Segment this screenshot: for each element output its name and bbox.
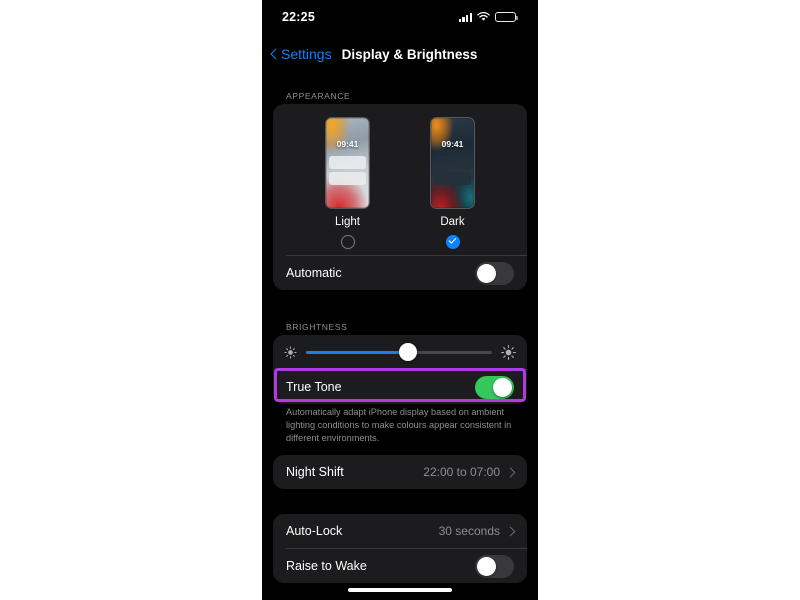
light-mode-preview[interactable]: 09:41 bbox=[325, 117, 370, 209]
appearance-option-dark[interactable]: 09:41 Dark bbox=[430, 117, 475, 249]
back-button-label: Settings bbox=[281, 46, 332, 62]
light-preview-notification-2 bbox=[329, 172, 366, 185]
automatic-toggle-knob bbox=[477, 263, 496, 283]
chevron-left-icon bbox=[270, 48, 278, 61]
dark-mode-label: Dark bbox=[440, 216, 465, 228]
raise-to-wake-label: Raise to Wake bbox=[286, 559, 367, 573]
raise-to-wake-toggle-knob bbox=[477, 556, 496, 576]
brightness-high-icon bbox=[501, 344, 516, 360]
appearance-card: 09:41 Light 09:41 Dark Automatic bbox=[273, 104, 527, 290]
night-shift-card: Night Shift 22:00 to 07:00 bbox=[273, 455, 527, 489]
light-mode-radio[interactable] bbox=[340, 235, 355, 249]
auto-lock-label: Auto-Lock bbox=[286, 524, 343, 538]
appearance-mode-picker: 09:41 Light 09:41 Dark bbox=[273, 104, 527, 255]
true-tone-toggle-knob bbox=[493, 377, 512, 397]
auto-lock-card: Auto-Lock 30 seconds Raise to Wake bbox=[273, 514, 527, 583]
dark-mode-radio[interactable] bbox=[445, 235, 460, 249]
true-tone-description: Automatically adapt iPhone display based… bbox=[286, 407, 512, 444]
appearance-section-header: APPEARANCE bbox=[286, 91, 351, 101]
home-indicator[interactable] bbox=[348, 588, 452, 592]
raise-to-wake-row[interactable]: Raise to Wake bbox=[273, 549, 527, 583]
status-bar-icons bbox=[458, 11, 518, 23]
brightness-slider-track[interactable] bbox=[306, 343, 492, 361]
automatic-toggle[interactable] bbox=[475, 261, 514, 285]
night-shift-label: Night Shift bbox=[286, 465, 344, 479]
appearance-option-light[interactable]: 09:41 Light bbox=[325, 117, 370, 249]
light-preview-notification-1 bbox=[329, 156, 366, 169]
battery-icon bbox=[495, 11, 518, 23]
brightness-low-icon bbox=[284, 345, 297, 359]
brightness-slider-row[interactable] bbox=[273, 335, 527, 369]
dark-preview-notification-1 bbox=[434, 156, 471, 169]
dark-preview-notification-2 bbox=[434, 172, 471, 185]
true-tone-row[interactable]: True Tone bbox=[273, 370, 527, 404]
status-bar: 22:25 bbox=[262, 0, 538, 34]
chevron-right-icon bbox=[507, 526, 514, 537]
back-to-settings-button[interactable]: Settings bbox=[270, 46, 332, 62]
light-mode-label: Light bbox=[335, 216, 360, 228]
dark-mode-preview[interactable]: 09:41 bbox=[430, 117, 475, 209]
cellular-signal-icon bbox=[458, 12, 472, 22]
appearance-previews: 09:41 Light 09:41 Dark bbox=[273, 117, 527, 249]
status-bar-time: 22:25 bbox=[282, 10, 315, 24]
light-preview-time: 09:41 bbox=[336, 139, 359, 149]
screenshot-canvas: 22:25 Settings Display & Brightness APPE… bbox=[0, 0, 800, 600]
automatic-label: Automatic bbox=[286, 266, 342, 280]
raise-to-wake-toggle[interactable] bbox=[475, 554, 514, 578]
true-tone-label: True Tone bbox=[286, 380, 342, 394]
chevron-right-icon bbox=[507, 467, 514, 478]
page-title: Display & Brightness bbox=[341, 46, 478, 62]
brightness-section-header: BRIGHTNESS bbox=[286, 322, 348, 332]
night-shift-row[interactable]: Night Shift 22:00 to 07:00 bbox=[273, 455, 527, 489]
brightness-card: True Tone bbox=[273, 335, 527, 404]
brightness-slider-thumb[interactable] bbox=[399, 343, 418, 361]
automatic-appearance-row[interactable]: Automatic bbox=[273, 256, 527, 290]
night-shift-value-group: 22:00 to 07:00 bbox=[423, 465, 514, 479]
auto-lock-row[interactable]: Auto-Lock 30 seconds bbox=[273, 514, 527, 548]
auto-lock-value-group: 30 seconds bbox=[439, 524, 514, 538]
true-tone-toggle[interactable] bbox=[475, 375, 514, 399]
brightness-slider-fill bbox=[306, 350, 409, 354]
auto-lock-value: 30 seconds bbox=[438, 524, 500, 538]
wifi-icon bbox=[477, 12, 490, 22]
iphone-screen: 22:25 Settings Display & Brightness APPE… bbox=[262, 0, 538, 600]
dark-preview-time: 09:41 bbox=[441, 139, 464, 149]
navigation-bar: Settings Display & Brightness bbox=[262, 40, 538, 68]
night-shift-value: 22:00 to 07:00 bbox=[423, 465, 500, 479]
